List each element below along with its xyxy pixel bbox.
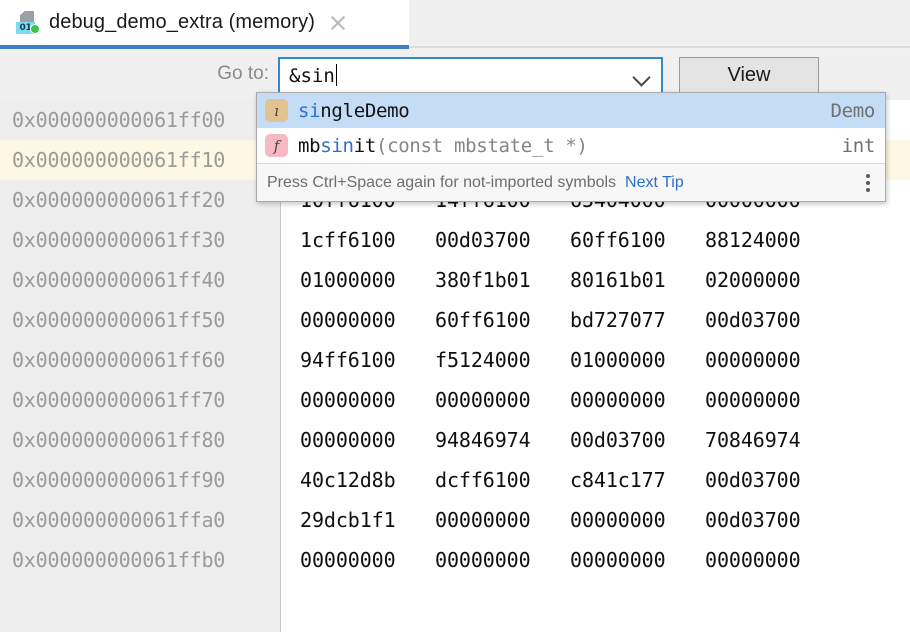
memory-word[interactable]: 29dcb1f1 <box>300 508 435 532</box>
memory-row-address: 0x000000000061ff70 <box>0 380 281 420</box>
memory-row[interactable]: 0x000000000061ff4001000000380f1b0180161b… <box>0 260 910 300</box>
memory-word[interactable]: 380f1b01 <box>435 268 570 292</box>
memory-row-address: 0x000000000061ff00 <box>0 100 281 140</box>
goto-address-combobox[interactable]: &sin <box>278 57 663 94</box>
tab-bar: 01 debug_demo_extra (memory) <box>0 0 910 45</box>
memory-word[interactable]: 00d03700 <box>435 228 570 252</box>
running-status-dot-icon <box>30 24 40 34</box>
close-icon[interactable] <box>327 12 349 34</box>
goto-label: Go to: <box>217 63 269 85</box>
completion-item-mbsinit[interactable]: f mbsinit(const mbstate_t *) int <box>257 128 885 163</box>
memory-word[interactable]: 00000000 <box>300 308 435 332</box>
memory-row-address: 0x000000000061ff40 <box>0 260 281 300</box>
memory-row-words: 01000000380f1b0180161b0102000000 <box>281 260 910 300</box>
memory-row-address: 0x000000000061ff50 <box>0 300 281 340</box>
memory-word[interactable]: 60ff6100 <box>570 228 705 252</box>
memory-word[interactable]: 00000000 <box>300 388 435 412</box>
chevron-down-icon[interactable] <box>633 68 651 86</box>
memory-row[interactable]: 0x000000000061ffa029dcb1f100000000000000… <box>0 500 910 540</box>
memory-row[interactable]: 0x000000000061ffb00000000000000000000000… <box>0 540 910 580</box>
memory-row-words: 000000009484697400d0370070846974 <box>281 420 910 460</box>
completion-item-label: mbsinit(const mbstate_t *) <box>298 135 588 157</box>
completion-item-label: singleDemo <box>298 100 409 122</box>
memory-word[interactable]: 00000000 <box>570 388 705 412</box>
memory-row-address: 0x000000000061ff30 <box>0 220 281 260</box>
memory-row[interactable]: 0x000000000061ff301cff610000d0370060ff61… <box>0 220 910 260</box>
memory-row-words: 40c12d8bdcff6100c841c17700d03700 <box>281 460 910 500</box>
memory-word[interactable]: 70846974 <box>705 428 840 452</box>
memory-word[interactable]: 60ff6100 <box>435 308 570 332</box>
memory-word[interactable]: 94ff6100 <box>300 348 435 372</box>
memory-word[interactable]: f5124000 <box>435 348 570 372</box>
memory-word[interactable]: 00000000 <box>705 388 840 412</box>
completion-item-type: int <box>826 135 875 157</box>
view-button[interactable]: View <box>679 57 819 94</box>
memory-word[interactable]: 00000000 <box>435 508 570 532</box>
memory-word[interactable]: 00d03700 <box>705 468 840 492</box>
memory-word[interactable]: 00000000 <box>300 548 435 572</box>
memory-word[interactable]: 00000000 <box>435 548 570 572</box>
memory-word[interactable]: 01000000 <box>570 348 705 372</box>
memory-row[interactable]: 0x000000000061ff9040c12d8bdcff6100c841c1… <box>0 460 910 500</box>
memory-word[interactable]: 00d03700 <box>570 428 705 452</box>
more-options-icon[interactable] <box>859 171 877 195</box>
memory-word[interactable]: 01000000 <box>300 268 435 292</box>
memory-row-address: 0x000000000061ff90 <box>0 460 281 500</box>
memory-row-words: 0000000060ff6100bd72707700d03700 <box>281 300 910 340</box>
memory-word[interactable]: 00000000 <box>705 548 840 572</box>
code-completion-popup[interactable]: ı singleDemo Demo f mbsinit(const mbstat… <box>256 92 886 202</box>
memory-word[interactable]: 1cff6100 <box>300 228 435 252</box>
completion-item-singleDemo[interactable]: ı singleDemo Demo <box>257 93 885 128</box>
variable-icon: ı <box>265 99 288 122</box>
completion-hint-text: Press Ctrl+Space again for not-imported … <box>267 174 616 192</box>
function-icon: f <box>265 134 288 157</box>
memory-word[interactable]: 00000000 <box>705 348 840 372</box>
tab-title: debug_demo_extra (memory) <box>49 11 315 34</box>
memory-word[interactable]: 00d03700 <box>705 308 840 332</box>
tab-bar-divider <box>409 46 910 48</box>
memory-row[interactable]: 0x000000000061ff700000000000000000000000… <box>0 380 910 420</box>
completion-hint-bar: Press Ctrl+Space again for not-imported … <box>257 163 885 201</box>
memory-binary-icon: 01 <box>14 10 40 36</box>
memory-row-address: 0x000000000061ff10 <box>0 140 281 180</box>
memory-row-words: 29dcb1f1000000000000000000d03700 <box>281 500 910 540</box>
goto-input-value[interactable]: &sin <box>280 64 337 87</box>
memory-row-address: 0x000000000061ff60 <box>0 340 281 380</box>
completion-item-type: Demo <box>814 100 875 122</box>
memory-word[interactable]: 40c12d8b <box>300 468 435 492</box>
memory-word[interactable]: 00000000 <box>570 508 705 532</box>
memory-word[interactable]: 00000000 <box>300 428 435 452</box>
next-tip-link[interactable]: Next Tip <box>625 174 684 192</box>
memory-row-words: 00000000000000000000000000000000 <box>281 380 910 420</box>
memory-word[interactable]: dcff6100 <box>435 468 570 492</box>
memory-word[interactable]: 80161b01 <box>570 268 705 292</box>
memory-word[interactable]: 88124000 <box>705 228 840 252</box>
memory-row[interactable]: 0x000000000061ff500000000060ff6100bd7270… <box>0 300 910 340</box>
memory-row-address: 0x000000000061ffb0 <box>0 540 281 580</box>
memory-row[interactable]: 0x000000000061ff6094ff6100f5124000010000… <box>0 340 910 380</box>
tab-debug-demo-extra-memory[interactable]: 01 debug_demo_extra (memory) <box>0 0 409 45</box>
memory-row-words: 94ff6100f51240000100000000000000 <box>281 340 910 380</box>
memory-word[interactable]: bd727077 <box>570 308 705 332</box>
memory-row-words: 00000000000000000000000000000000 <box>281 540 910 580</box>
memory-word[interactable]: 94846974 <box>435 428 570 452</box>
memory-row-address: 0x000000000061ff20 <box>0 180 281 220</box>
memory-word[interactable]: 00000000 <box>435 388 570 412</box>
memory-word[interactable]: 00d03700 <box>705 508 840 532</box>
memory-row[interactable]: 0x000000000061ff80000000009484697400d037… <box>0 420 910 460</box>
memory-row-address: 0x000000000061ffa0 <box>0 500 281 540</box>
memory-word[interactable]: c841c177 <box>570 468 705 492</box>
text-caret <box>336 64 337 86</box>
memory-view-window: 01 debug_demo_extra (memory) Go to: &sin… <box>0 0 910 632</box>
memory-word[interactable]: 02000000 <box>705 268 840 292</box>
memory-row-address: 0x000000000061ff80 <box>0 420 281 460</box>
memory-word[interactable]: 00000000 <box>570 548 705 572</box>
memory-row-words: 1cff610000d0370060ff610088124000 <box>281 220 910 260</box>
